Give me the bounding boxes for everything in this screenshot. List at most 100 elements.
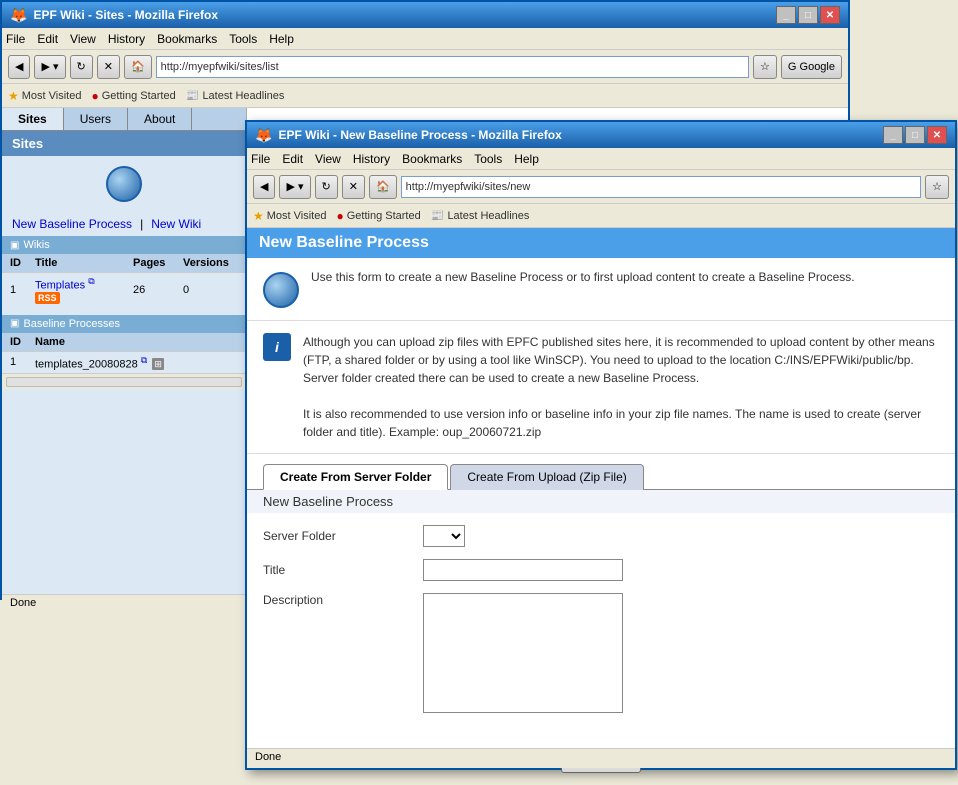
maximize-btn-2[interactable]: □ [905, 126, 925, 144]
stop-btn-1[interactable]: ✕ [97, 55, 120, 79]
reload-btn-2[interactable]: ↻ [315, 175, 338, 199]
menu-bookmarks-1[interactable]: Bookmarks [157, 32, 217, 46]
title-row: Title [263, 559, 939, 581]
new-baseline-process-link[interactable]: New Baseline Process [12, 217, 132, 231]
form-tabs-area: Create From Server Folder Create From Up… [263, 464, 939, 490]
bookmark-most-visited-2[interactable]: ★ Most Visited [253, 209, 326, 223]
menu-bookmarks-2[interactable]: Bookmarks [402, 152, 462, 166]
note-text: Although you can upload zip files with E… [303, 333, 939, 441]
close-btn-1[interactable]: ✕ [820, 6, 840, 24]
tab-users[interactable]: Users [64, 108, 128, 130]
google-search-1[interactable]: G Google [781, 55, 842, 79]
tab-sites[interactable]: Sites [2, 108, 64, 130]
menu-tools-1[interactable]: Tools [229, 32, 257, 46]
description-textarea[interactable] [423, 593, 623, 713]
menu-view-2[interactable]: View [315, 152, 341, 166]
menu-view-1[interactable]: View [70, 32, 96, 46]
tab-about[interactable]: About [128, 108, 192, 130]
title-bar-2: 🦊 EPF Wiki - New Baseline Process - Mozi… [247, 122, 955, 148]
sidebar-title: Sites [2, 131, 246, 156]
bookmark-headlines-2[interactable]: 📰 Latest Headlines [431, 209, 530, 222]
back-btn-1[interactable]: ◀ [8, 55, 30, 79]
nav-bar-1: ◀ ▶ ▾ ↻ ✕ 🏠 http://myepfwiki/sites/list … [2, 50, 848, 84]
menu-edit-2[interactable]: Edit [282, 152, 303, 166]
menu-bar-2: File Edit View History Bookmarks Tools H… [247, 148, 955, 170]
wikis-section-header: ▣ Wikis [2, 236, 246, 254]
wiki-icon-area [2, 156, 246, 212]
bookmark-getting-started-2[interactable]: ● Getting Started [336, 209, 420, 223]
tab-zip-upload[interactable]: Create From Upload (Zip File) [450, 464, 643, 490]
minimize-btn-2[interactable]: _ [883, 126, 903, 144]
wikis-table-header: ID Title Pages Versions [2, 254, 246, 273]
maximize-btn-1[interactable]: □ [798, 6, 818, 24]
bookmarks-bar-2: ★ Most Visited ● Getting Started 📰 Lates… [247, 204, 955, 228]
page-title: New Baseline Process [259, 234, 429, 251]
server-folder-label: Server Folder [263, 529, 423, 543]
baseline-table-row: 1 templates_20080828 ⧉ ⊞ [2, 352, 246, 374]
bookmark-getting-started-1[interactable]: ● Getting Started [91, 89, 175, 103]
info-section: Use this form to create a new Baseline P… [247, 258, 955, 321]
new-wiki-link[interactable]: New Wiki [151, 217, 201, 231]
page-title-area: New Baseline Process [247, 228, 955, 258]
browser-window-2: 🦊 EPF Wiki - New Baseline Process - Mozi… [245, 120, 957, 770]
back-btn-2[interactable]: ◀ [253, 175, 275, 199]
browser1-title: EPF Wiki - Sites - Mozilla Firefox [33, 8, 218, 22]
info-icon-square: i [263, 333, 291, 361]
info-text: Use this form to create a new Baseline P… [311, 270, 855, 284]
tab-bar-1: Sites Users About [2, 108, 246, 131]
baseline-section-header: ▣ Baseline Processes [2, 315, 246, 333]
info-box: i Although you can upload zip files with… [247, 321, 955, 454]
nav-bar-2: ◀ ▶ ▾ ↻ ✕ 🏠 http://myepfwiki/sites/new ☆ [247, 170, 955, 204]
server-folder-row: Server Folder [263, 525, 939, 547]
rss-badge: RSS [35, 292, 60, 304]
form-section-title: New Baseline Process [247, 489, 955, 513]
bookmark-headlines-1[interactable]: 📰 Latest Headlines [186, 89, 285, 102]
forward-btn-1[interactable]: ▶ ▾ [34, 55, 65, 79]
star-btn-1[interactable]: ☆ [753, 55, 777, 79]
address-bar-1[interactable]: http://myepfwiki/sites/list [156, 56, 749, 78]
sidebar-links: New Baseline Process | New Wiki [2, 212, 246, 236]
close-btn-2[interactable]: ✕ [927, 126, 947, 144]
address-bar-2[interactable]: http://myepfwiki/sites/new [401, 176, 921, 198]
bookmarks-bar-1: ★ Most Visited ● Getting Started 📰 Lates… [2, 84, 848, 108]
home-btn-1[interactable]: 🏠 [124, 55, 152, 79]
baseline-edit-icon[interactable]: ⊞ [152, 358, 164, 370]
menu-help-1[interactable]: Help [269, 32, 294, 46]
status-bar-2: Done [247, 748, 955, 768]
star-btn-2[interactable]: ☆ [925, 175, 949, 199]
stop-btn-2[interactable]: ✕ [342, 175, 365, 199]
scrollbar-h-1[interactable] [2, 373, 246, 389]
bookmark-most-visited-1[interactable]: ★ Most Visited [8, 89, 81, 103]
menu-help-2[interactable]: Help [514, 152, 539, 166]
menu-edit-1[interactable]: Edit [37, 32, 58, 46]
baseline-table-header: ID Name [2, 333, 246, 352]
reload-btn-1[interactable]: ↻ [70, 55, 93, 79]
browser2-title: EPF Wiki - New Baseline Process - Mozill… [278, 128, 561, 142]
description-row: Description [263, 593, 939, 713]
scrollbar-track-1 [6, 377, 242, 387]
baseline-toggle[interactable]: ▣ [10, 318, 19, 329]
menu-history-1[interactable]: History [108, 32, 145, 46]
home-btn-2[interactable]: 🏠 [369, 175, 397, 199]
info-icon-circle [263, 272, 299, 308]
menu-file-1[interactable]: File [6, 32, 25, 46]
form-area: Server Folder Title Description [247, 513, 955, 737]
wikis-table-row: 1 Templates ⧉ RSS 26 0 [2, 273, 246, 307]
menu-history-2[interactable]: History [353, 152, 390, 166]
menu-tools-2[interactable]: Tools [474, 152, 502, 166]
external-link-icon: ⧉ [88, 276, 94, 286]
title-bar-1: 🦊 EPF Wiki - Sites - Mozilla Firefox _ □… [2, 2, 848, 28]
sidebar: Sites Users About Sites New Baseline Pro… [2, 108, 247, 594]
menu-file-2[interactable]: File [251, 152, 270, 166]
wikis-toggle[interactable]: ▣ [10, 240, 19, 251]
menu-bar-1: File Edit View History Bookmarks Tools H… [2, 28, 848, 50]
wiki-icon [106, 166, 142, 202]
tab-server-folder[interactable]: Create From Server Folder [263, 464, 448, 490]
minimize-btn-1[interactable]: _ [776, 6, 796, 24]
title-input[interactable] [423, 559, 623, 581]
baseline-ext-icon: ⧉ [141, 355, 147, 365]
templates-link[interactable]: Templates [35, 280, 85, 292]
server-folder-select[interactable] [423, 525, 465, 547]
description-label: Description [263, 593, 423, 607]
forward-btn-2[interactable]: ▶ ▾ [279, 175, 310, 199]
